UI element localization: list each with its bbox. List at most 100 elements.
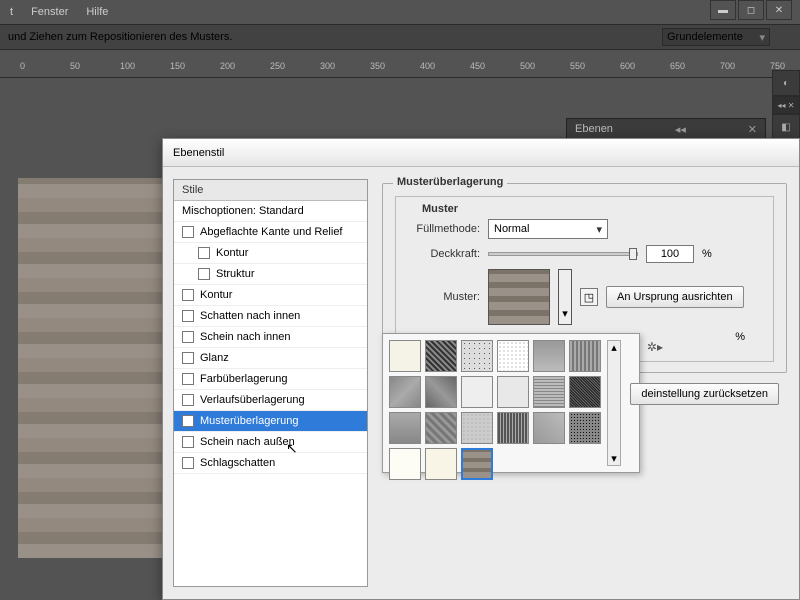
style-checkbox[interactable] [182, 352, 194, 364]
style-item-12[interactable]: Schlagschatten [174, 453, 367, 474]
pattern-swatch[interactable] [461, 340, 493, 372]
section-title: Musterüberlagerung [393, 176, 507, 188]
style-checkbox[interactable] [182, 226, 194, 238]
options-hint: und Ziehen zum Repositionieren des Muste… [8, 31, 232, 43]
pattern-swatch[interactable] [425, 340, 457, 372]
style-item-label: Musterüberlagerung [200, 415, 298, 427]
pattern-dropdown-arrow[interactable]: ▾ [558, 269, 572, 325]
style-item-label: Schein nach außen [200, 436, 295, 448]
pattern-swatch[interactable] [569, 376, 601, 408]
ruler-tick: 150 [170, 61, 185, 71]
pattern-swatch[interactable] [425, 376, 457, 408]
panel-collapse[interactable]: ◂◂ ✕ [772, 96, 800, 114]
style-item-label: Mischoptionen: Standard [182, 205, 304, 217]
close-button[interactable]: ✕ [766, 0, 792, 20]
pattern-swatch-grid [389, 340, 603, 466]
pattern-swatch[interactable] [425, 448, 457, 480]
ruler-tick: 600 [620, 61, 635, 71]
ruler-tick: 550 [570, 61, 585, 71]
pattern-swatch[interactable] [461, 448, 493, 480]
pattern-swatch[interactable] [533, 376, 565, 408]
style-checkbox[interactable] [182, 457, 194, 469]
pattern-swatch[interactable] [533, 412, 565, 444]
style-item-5[interactable]: Schatten nach innen [174, 306, 367, 327]
pattern-swatch[interactable] [533, 340, 565, 372]
ruler-tick: 450 [470, 61, 485, 71]
dialog-title-bar[interactable]: Ebenenstil [163, 139, 799, 167]
ruler-tick: 250 [270, 61, 285, 71]
style-item-1[interactable]: Abgeflachte Kante und Relief [174, 222, 367, 243]
style-item-11[interactable]: Schein nach außen [174, 432, 367, 453]
opacity-value-input[interactable]: 100 [646, 245, 694, 263]
style-item-9[interactable]: Verlaufsüberlagerung [174, 390, 367, 411]
pattern-swatch[interactable] [497, 412, 529, 444]
style-item-7[interactable]: Glanz [174, 348, 367, 369]
style-checkbox[interactable] [182, 331, 194, 343]
style-item-4[interactable]: Kontur [174, 285, 367, 306]
style-checkbox[interactable] [182, 394, 194, 406]
reset-default-button[interactable]: deinstellung zurücksetzen [630, 383, 779, 405]
picker-scrollbar[interactable]: ▴▾ [607, 340, 621, 466]
pattern-swatch[interactable] [497, 340, 529, 372]
blend-mode-select[interactable]: Normal [488, 219, 608, 239]
pattern-swatch[interactable] [389, 376, 421, 408]
dialog-title: Ebenenstil [173, 147, 224, 159]
ruler-tick: 300 [320, 61, 335, 71]
pattern-swatch[interactable] [425, 412, 457, 444]
panel-icon-2[interactable]: ◧ [772, 114, 800, 140]
pattern-swatch[interactable] [389, 448, 421, 480]
ruler-tick: 200 [220, 61, 235, 71]
style-checkbox[interactable] [182, 436, 194, 448]
style-checkbox[interactable] [182, 373, 194, 385]
snap-origin-button[interactable]: An Ursprung ausrichten [606, 286, 744, 308]
pattern-swatch[interactable] [569, 340, 601, 372]
pattern-swatch[interactable] [497, 376, 529, 408]
app-menu-bar: t Fenster Hilfe [0, 0, 800, 24]
style-item-3[interactable]: Struktur [174, 264, 367, 285]
menu-help[interactable]: Hilfe [86, 6, 108, 18]
opacity-label: Deckkraft: [408, 248, 480, 260]
new-preset-button[interactable]: ◳ [580, 288, 598, 306]
percent-label-2: % [735, 331, 745, 343]
panel-close-icon[interactable]: ✕ [748, 123, 757, 136]
picker-menu-icon[interactable]: ✲▸ [647, 340, 663, 354]
blend-mode-label: Füllmethode: [408, 223, 480, 235]
styles-header: Stile [174, 180, 367, 201]
style-item-2[interactable]: Kontur [174, 243, 367, 264]
style-item-8[interactable]: Farbüberlagerung [174, 369, 367, 390]
pattern-swatch[interactable] [461, 376, 493, 408]
pattern-swatch[interactable] [461, 412, 493, 444]
menu-edit[interactable]: t [10, 6, 13, 18]
pattern-swatch[interactable] [389, 412, 421, 444]
style-item-10[interactable]: ✓ Musterüberlagerung [174, 411, 367, 432]
slider-thumb[interactable] [629, 248, 637, 260]
layers-panel-tab[interactable]: Ebenen ◂◂ ✕ [566, 118, 766, 140]
style-item-6[interactable]: Schein nach innen [174, 327, 367, 348]
panel-menu-icon[interactable]: ◂◂ [675, 123, 686, 136]
panel-icon[interactable]: ◐ [772, 70, 800, 96]
style-checkbox[interactable] [182, 310, 194, 322]
style-item-label: Schatten nach innen [200, 310, 300, 322]
style-checkbox[interactable]: ✓ [182, 415, 194, 427]
style-checkbox[interactable] [182, 289, 194, 301]
menu-window[interactable]: Fenster [31, 6, 68, 18]
document-canvas[interactable] [18, 178, 168, 558]
style-item-label: Schein nach innen [200, 331, 291, 343]
style-item-0[interactable]: Mischoptionen: Standard [174, 201, 367, 222]
style-settings-pane: Musterüberlagerung Muster Füllmethode: N… [378, 167, 799, 599]
maximize-button[interactable]: ◻ [738, 0, 764, 20]
pattern-swatch[interactable] [389, 340, 421, 372]
ruler-tick: 400 [420, 61, 435, 71]
ruler-tick: 100 [120, 61, 135, 71]
pattern-picker-popup: ▴▾ ✲▸ [382, 333, 640, 473]
opacity-slider[interactable] [488, 252, 638, 256]
style-item-label: Glanz [200, 352, 229, 364]
pattern-swatch[interactable] [569, 412, 601, 444]
style-item-label: Verlaufsüberlagerung [200, 394, 305, 406]
preset-dropdown[interactable]: Grundelemente [662, 28, 770, 46]
style-checkbox[interactable] [198, 247, 210, 259]
pattern-preview[interactable] [488, 269, 550, 325]
pattern-label: Muster: [408, 291, 480, 303]
minimize-button[interactable]: ▬ [710, 0, 736, 20]
style-checkbox[interactable] [198, 268, 210, 280]
